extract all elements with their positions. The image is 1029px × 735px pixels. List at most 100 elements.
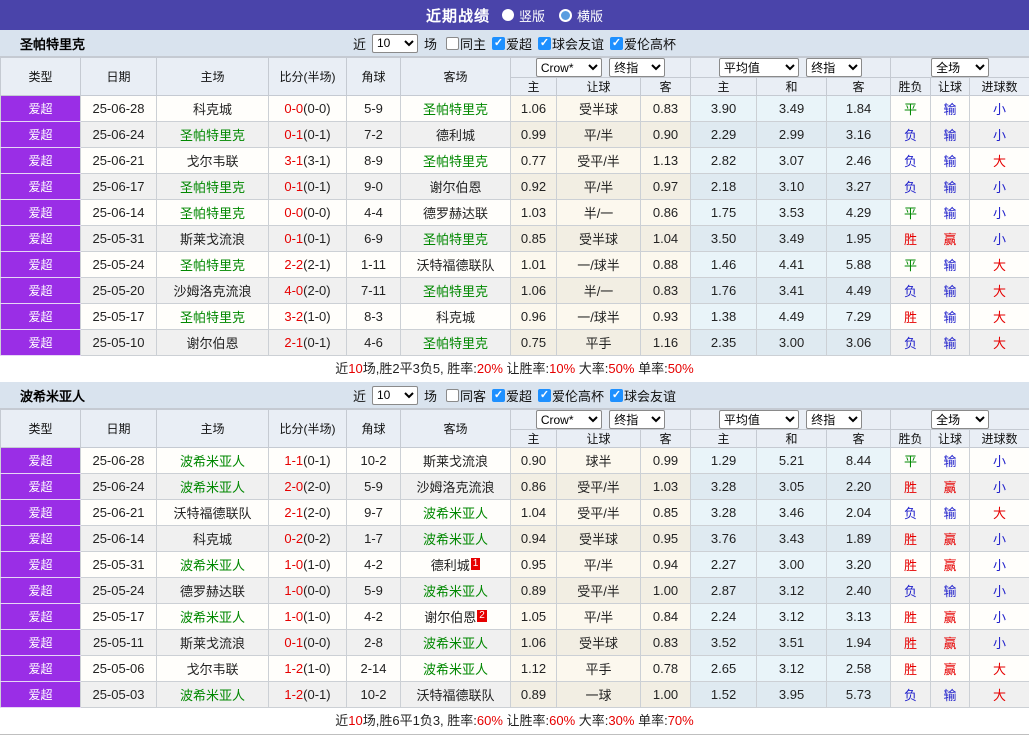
cell-league-type: 爱超 bbox=[0, 95, 81, 122]
filter-checkbox[interactable]: ✓ bbox=[538, 388, 552, 402]
cell-score: 2-1(2-0) bbox=[268, 499, 347, 526]
cell-result-handicap: 输 bbox=[930, 95, 971, 122]
cell-odds-home: 1.12 bbox=[510, 655, 557, 682]
cell-odds-handicap: 球半 bbox=[556, 447, 641, 474]
cell-avg-home: 2.29 bbox=[690, 121, 758, 148]
cell-odds-handicap: 平/半 bbox=[556, 551, 641, 578]
final-odds-select[interactable]: 终指 bbox=[609, 410, 666, 429]
match-row: 爱超 25-05-06 戈尔韦联 1-2(1-0) 2-14 波希米亚人 1.12 平手 0.7… bbox=[0, 655, 1029, 682]
cell-corners: 6-9 bbox=[346, 225, 401, 252]
final-odds-select-2[interactable]: 终指 bbox=[806, 410, 863, 429]
match-count-select[interactable]: 10 bbox=[371, 385, 418, 405]
fulltime-score: 0-0 bbox=[284, 101, 304, 116]
cell-away-team: 德利城 bbox=[400, 121, 511, 148]
home-team-name: 波希米亚人 bbox=[179, 610, 245, 625]
cell-home-team: 波希米亚人 bbox=[156, 551, 269, 578]
col-corner: 角球 bbox=[346, 57, 401, 96]
cell-result-winloss: 负 bbox=[890, 499, 932, 526]
match-count-select[interactable]: 10 bbox=[371, 33, 418, 53]
cell-odds-handicap: 受半球 bbox=[556, 525, 641, 552]
cell-odds-away: 0.90 bbox=[639, 121, 692, 148]
bookmaker-select[interactable]: Crow* bbox=[535, 410, 602, 429]
filter-controls: 近 10 场 同客 ✓ 爱超 ✓ 爱伦高杯 ✓ 球会友谊 bbox=[353, 385, 676, 405]
cell-avg-away: 3.06 bbox=[826, 329, 892, 356]
filter-checkbox[interactable]: ✓ bbox=[492, 36, 505, 50]
cell-date: 25-06-14 bbox=[80, 199, 157, 226]
fulltime-score: 2-1 bbox=[284, 335, 304, 350]
away-team-name: 谢尔伯恩 bbox=[429, 180, 482, 195]
halftime-score: (0-2) bbox=[303, 531, 331, 546]
away-team-name: 波希米亚人 bbox=[422, 584, 488, 599]
cell-date: 25-05-03 bbox=[80, 681, 157, 708]
match-row: 爱超 25-06-17 圣帕特里克 0-1(0-1) 9-0 谢尔伯恩 0.92 平/半 0.9… bbox=[0, 173, 1029, 200]
cell-odds-away: 0.97 bbox=[639, 173, 692, 200]
filter-checkbox[interactable]: ✓ bbox=[610, 36, 624, 50]
fulltime-score: 3-1 bbox=[284, 153, 304, 168]
cell-date: 25-05-20 bbox=[80, 277, 157, 304]
cell-result-handicap: 输 bbox=[930, 499, 971, 526]
layout-radio-vertical[interactable] bbox=[501, 9, 514, 21]
cell-home-team: 波希米亚人 bbox=[156, 447, 269, 474]
filter-checkbox-label: 爱伦高杯 bbox=[624, 36, 677, 52]
layout-radio-horizontal[interactable] bbox=[559, 8, 572, 22]
average-select[interactable]: 平均值 bbox=[718, 410, 799, 429]
cell-odds-handicap: 受半球 bbox=[556, 225, 641, 252]
cell-avg-away: 1.89 bbox=[826, 525, 892, 552]
cell-result-winloss: 胜 bbox=[890, 655, 932, 682]
cell-odds-handicap: 平手 bbox=[556, 329, 641, 356]
page: 近期战绩 竖版 横版 圣帕特里克 近 10 场 同主 ✓ 爱超 ✓ 球会友谊 ✓ 爱伦高杯 类… bbox=[0, 0, 1029, 735]
scope-select[interactable]: 全场 bbox=[931, 410, 990, 429]
cell-result-goals: 小 bbox=[969, 121, 1029, 148]
halftime-score: (2-0) bbox=[303, 283, 331, 298]
cell-corners: 10-2 bbox=[346, 681, 401, 708]
cell-avg-home: 3.28 bbox=[690, 473, 758, 500]
cell-result-handicap: 输 bbox=[930, 121, 971, 148]
halftime-score: (2-0) bbox=[303, 505, 331, 520]
cell-score: 3-2(1-0) bbox=[268, 303, 347, 330]
col-odds-away: 客 bbox=[639, 429, 692, 448]
bookmaker-select[interactable]: Crow* bbox=[535, 58, 602, 77]
summary-stat-value: 10 bbox=[348, 713, 363, 728]
cell-away-team: 圣帕特里克 bbox=[400, 225, 511, 252]
final-odds-select-2[interactable]: 终指 bbox=[806, 58, 863, 77]
halftime-score: (0-1) bbox=[303, 127, 331, 142]
cell-avg-away: 4.29 bbox=[826, 199, 892, 226]
filter-checkbox-label: 球会友谊 bbox=[552, 36, 605, 52]
cell-avg-away: 1.95 bbox=[826, 225, 892, 252]
cell-away-team: 圣帕特里克 bbox=[400, 277, 511, 304]
cell-result-winloss: 负 bbox=[890, 173, 932, 200]
near-label: 近 bbox=[352, 36, 366, 52]
cell-league-type: 爱超 bbox=[0, 655, 81, 682]
cell-avg-draw: 3.12 bbox=[756, 603, 828, 630]
fulltime-score: 4-0 bbox=[284, 283, 304, 298]
filter-checkbox[interactable] bbox=[445, 388, 459, 402]
scope-select[interactable]: 全场 bbox=[931, 58, 990, 77]
col-avg-draw: 和 bbox=[756, 77, 828, 96]
average-select[interactable]: 平均值 bbox=[718, 58, 799, 77]
cell-odds-away: 0.83 bbox=[639, 629, 692, 656]
cell-odds-handicap: 平/半 bbox=[556, 121, 641, 148]
filter-checkbox[interactable]: ✓ bbox=[492, 388, 505, 402]
filter-checkbox[interactable] bbox=[445, 36, 459, 50]
home-team-name: 斯莱戈流浪 bbox=[179, 636, 245, 651]
filter-checkboxes: 同客 ✓ 爱超 ✓ 爱伦高杯 ✓ 球会友谊 bbox=[440, 386, 676, 405]
cell-avg-away: 5.88 bbox=[826, 251, 892, 278]
filter-checkbox[interactable]: ✓ bbox=[610, 388, 624, 402]
cell-result-handicap: 输 bbox=[930, 173, 971, 200]
col-result-winloss: 胜负 bbox=[890, 429, 932, 448]
cell-result-winloss: 负 bbox=[890, 681, 932, 708]
halftime-score: (0-0) bbox=[303, 101, 331, 116]
cell-corners: 4-4 bbox=[346, 199, 401, 226]
cell-away-team: 谢尔伯恩 bbox=[400, 173, 511, 200]
filter-checkbox[interactable]: ✓ bbox=[538, 36, 552, 50]
cell-result-winloss: 平 bbox=[890, 447, 932, 474]
final-odds-select[interactable]: 终指 bbox=[609, 58, 666, 77]
summary-text: 让胜率: bbox=[502, 713, 550, 728]
halftime-score: (0-0) bbox=[303, 205, 331, 220]
cell-odds-handicap: 一/球半 bbox=[556, 251, 641, 278]
cell-result-winloss: 胜 bbox=[890, 303, 932, 330]
away-team-name: 圣帕特里克 bbox=[422, 232, 488, 247]
fulltime-score: 1-2 bbox=[284, 661, 304, 676]
cell-away-team: 波希米亚人 bbox=[400, 499, 511, 526]
cell-result-goals: 小 bbox=[969, 447, 1029, 474]
